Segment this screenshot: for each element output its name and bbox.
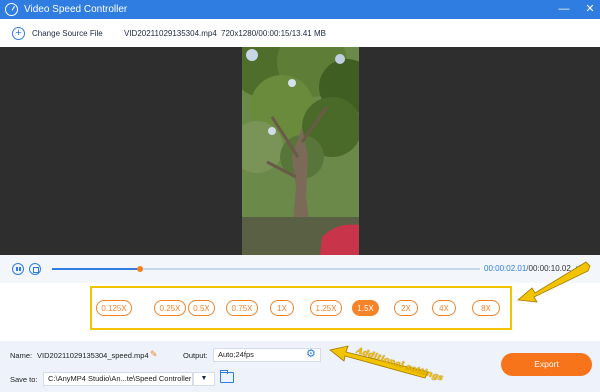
window-controls: — ✕ <box>558 0 596 19</box>
speed-area: 0.125X 0.25X 0.5X 0.75X 1X 1.25X 1.5X 2X 4X 8X <box>0 283 600 341</box>
toolbar: + Change Source File VID20211029135304.m… <box>0 19 600 47</box>
change-source-file-button[interactable]: Change Source File <box>32 29 103 38</box>
total-time: 00:00:10.02 <box>528 264 571 273</box>
save-path-value: C:\AnyMP4 Studio\An...te\Speed Controlle… <box>48 374 192 383</box>
minimize-button[interactable]: — <box>558 0 570 19</box>
app-logo-icon <box>5 3 18 16</box>
speed-option-button[interactable]: 0.25X <box>154 300 186 316</box>
speed-option-button[interactable]: 1X <box>270 300 294 316</box>
speed-option-button[interactable]: 1.25X <box>310 300 342 316</box>
gear-icon[interactable]: ⚙ <box>306 349 316 360</box>
edit-icon[interactable]: ✎ <box>150 350 159 359</box>
stop-icon[interactable] <box>29 263 41 275</box>
title-bar: Video Speed Controller — ✕ <box>0 0 600 19</box>
time-readout: 00:00:02.01/00:00:10.02 <box>484 264 571 273</box>
speed-option-button[interactable]: 1.5X <box>352 300 379 316</box>
seek-handle[interactable] <box>136 266 143 272</box>
save-path-field[interactable]: C:\AnyMP4 Studio\An...te\Speed Controlle… <box>43 372 193 386</box>
speed-option-button[interactable]: 8X <box>472 300 500 316</box>
folder-icon[interactable] <box>220 370 234 383</box>
window-title: Video Speed Controller <box>24 4 128 15</box>
pause-icon[interactable] <box>12 263 24 275</box>
close-button[interactable]: ✕ <box>584 0 596 19</box>
output-label: Output: <box>183 351 208 360</box>
seek-progress <box>52 268 140 270</box>
output-field[interactable]: Auto;24fps <box>213 348 321 362</box>
output-settings-panel: Name: VID20211029135304_speed.mp4 ✎ Outp… <box>0 341 600 392</box>
video-frame-image <box>242 47 359 255</box>
speed-option-button[interactable]: 4X <box>432 300 456 316</box>
source-file-info: 720x1280/00:00:15/13.41 MB <box>221 28 326 38</box>
save-to-label: Save to: <box>10 375 38 384</box>
export-button[interactable]: Export <box>501 353 592 376</box>
seek-bar[interactable] <box>52 266 480 272</box>
speed-option-button[interactable]: 0.125X <box>96 300 132 316</box>
video-preview-area <box>0 47 600 255</box>
volume-icon[interactable] <box>575 263 585 273</box>
output-value: Auto;24fps <box>218 350 254 359</box>
speed-option-button[interactable]: 2X <box>394 300 418 316</box>
speed-option-button[interactable]: 0.75X <box>226 300 258 316</box>
chevron-down-icon[interactable]: ▼ <box>193 372 215 386</box>
name-label: Name: <box>10 351 33 360</box>
video-frame <box>242 47 359 255</box>
current-time: 00:00:02.01 <box>484 264 527 273</box>
name-value[interactable]: VID20211029135304_speed.mp4 <box>37 351 149 360</box>
plus-circle-icon[interactable]: + <box>12 26 25 40</box>
playback-bar: 00:00:02.01/00:00:10.02 <box>0 255 600 283</box>
source-file-name: VID20211029135304.mp4 <box>124 28 217 38</box>
speed-option-button[interactable]: 0.5X <box>188 300 215 316</box>
speed-options-box: 0.125X 0.25X 0.5X 0.75X 1X 1.25X 1.5X 2X 4X 8X <box>90 286 512 330</box>
